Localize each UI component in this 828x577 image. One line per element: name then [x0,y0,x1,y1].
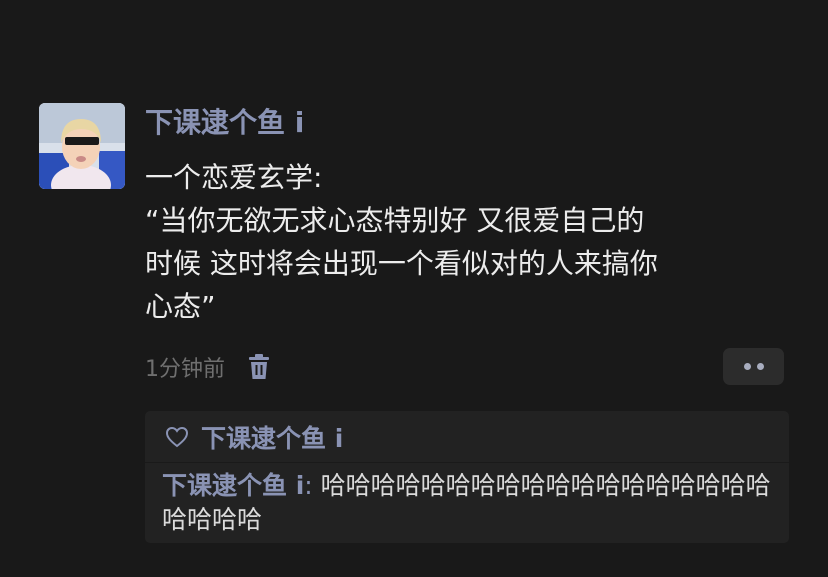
avatar-photo [39,103,125,189]
post-content: 一个恋爱玄学: “当你无欲无求心态特别好 又很爱自己的 时候 这时将会出现一个看… [145,156,755,328]
post-content-line: 时候 这时将会出现一个看似对的人来搞你 [145,247,658,280]
comment-author[interactable]: 下课逮个鱼 i [162,471,304,500]
more-dots-icon [743,363,751,370]
post-author-name[interactable]: 下课逮个鱼 i [145,103,304,143]
likes-row: 下课逮个鱼 i [145,411,789,463]
post-content-line: 心态” [145,290,216,323]
likes-comments-panel: 下课逮个鱼 i 下课逮个鱼 i: 哈哈哈哈哈哈哈哈哈哈哈哈哈哈哈哈哈哈哈哈哈哈 [145,411,789,543]
comment-separator: : [304,471,321,500]
post-content-line: 一个恋爱玄学: [145,161,323,194]
more-actions-button[interactable] [723,348,784,385]
post-content-line: “当你无欲无求心态特别好 又很爱自己的 [145,204,645,237]
trash-icon[interactable] [247,354,271,380]
avatar[interactable] [39,103,125,189]
like-user-name[interactable]: 下课逮个鱼 i [201,419,343,455]
heart-outline-icon [165,426,189,448]
post-timestamp: 1分钟前 [145,357,225,382]
more-dots-icon [756,363,764,370]
moments-post: 下课逮个鱼 i 一个恋爱玄学: “当你无欲无求心态特别好 又很爱自己的 时候 这… [0,0,828,577]
post-meta: 1分钟前 [145,350,271,384]
comment-item[interactable]: 下课逮个鱼 i: 哈哈哈哈哈哈哈哈哈哈哈哈哈哈哈哈哈哈哈哈哈哈 [162,469,777,537]
